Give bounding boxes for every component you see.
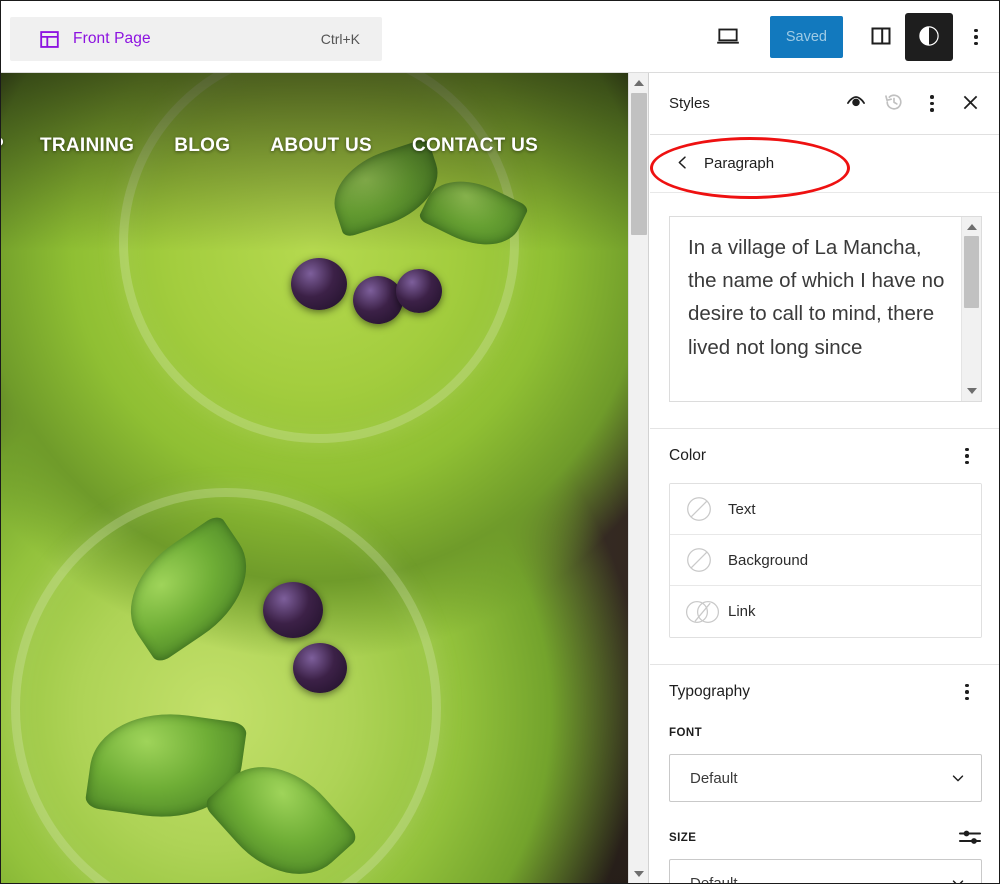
close-styles-panel-button[interactable] (952, 86, 988, 122)
laptop-icon (715, 23, 741, 52)
style-book-button[interactable] (838, 86, 874, 122)
more-options-button[interactable] (959, 13, 993, 61)
nav-item-cut[interactable]: P (1, 135, 4, 157)
unset-double-circle-icon (685, 599, 720, 625)
document-title: Front Page (73, 30, 151, 47)
font-field: FONT Default (669, 721, 982, 802)
triangle-down-icon (634, 871, 644, 877)
color-row-label: Background (728, 551, 809, 569)
chevron-left-icon (674, 154, 691, 174)
size-select[interactable]: Default (669, 859, 982, 884)
kebab-vertical-icon (930, 95, 934, 112)
blueberry (263, 582, 323, 638)
triangle-up-icon (966, 224, 977, 230)
editor-canvas[interactable]: P TRAINING BLOG ABOUT US CONTACT US (1, 73, 628, 883)
color-section-title: Color (669, 447, 707, 464)
device-preview-button[interactable] (704, 13, 752, 61)
typography-section-title: Typography (669, 683, 750, 700)
scrollbar-thumb[interactable] (631, 93, 647, 235)
contrast-half-circle-icon (916, 23, 942, 52)
history-clock-icon (883, 91, 905, 116)
styles-panel-button[interactable] (905, 13, 953, 61)
size-field-label: SIZE (669, 826, 982, 850)
size-field: SIZE Default (669, 826, 982, 884)
font-label-text: FONT (669, 727, 703, 739)
settings-sidebar-toggle-button[interactable] (857, 13, 905, 61)
save-button[interactable]: Saved (769, 16, 843, 58)
styles-more-options-button[interactable] (914, 86, 950, 122)
color-row-background[interactable]: Background (670, 535, 981, 586)
size-settings-button[interactable] (958, 827, 982, 850)
typography-section-header: Typography (669, 665, 982, 719)
chevron-down-icon (949, 874, 967, 883)
blueberry (293, 643, 347, 693)
unset-slashed-circle-icon (686, 547, 712, 573)
styles-sidebar: Styles Paragraph In a village of La Manc… (650, 73, 999, 884)
preview-scrollbar-thumb[interactable] (964, 236, 979, 308)
breadcrumb-label: Paragraph (704, 155, 775, 172)
color-row-label: Text (728, 500, 756, 518)
blueberry (291, 258, 347, 310)
kebab-vertical-icon (965, 447, 969, 465)
preview-text: In a village of La Mancha, the name of w… (688, 236, 945, 359)
close-x-icon (960, 92, 981, 116)
site-editor-window: Front Page Ctrl+K Saved TRAINING BLOG AB… (0, 0, 1000, 884)
color-row-link[interactable]: Link (670, 586, 981, 637)
site-navigation: P TRAINING BLOG ABOUT US CONTACT US (1, 135, 628, 157)
back-button[interactable] (669, 149, 695, 179)
kebab-vertical-icon (965, 683, 969, 701)
nav-item-about-us[interactable]: ABOUT US (270, 135, 372, 157)
chevron-down-icon (949, 769, 967, 787)
top-toolbar: Front Page Ctrl+K Saved (1, 1, 999, 73)
color-row-label: Link (728, 603, 756, 620)
blueberry (396, 269, 442, 313)
eye-icon (845, 91, 867, 116)
revisions-button[interactable] (876, 86, 912, 122)
color-section-options-button[interactable] (952, 439, 982, 473)
scroll-up-button[interactable] (629, 74, 649, 92)
color-section-header: Color (669, 429, 982, 483)
unset-slashed-circle-icon (686, 496, 712, 522)
breadcrumb: Paragraph (650, 135, 999, 193)
font-field-label: FONT (669, 721, 982, 745)
toolbar-actions: Saved (704, 1, 993, 73)
triangle-up-icon (634, 80, 644, 86)
color-row-text[interactable]: Text (670, 484, 981, 535)
command-shortcut-hint: Ctrl+K (320, 31, 360, 47)
panel-right-icon (869, 24, 893, 51)
editor-vertical-scrollbar[interactable] (628, 73, 649, 883)
triangle-down-icon (966, 388, 977, 394)
size-select-value: Default (690, 874, 738, 884)
nav-item-blog[interactable]: BLOG (174, 135, 230, 157)
scroll-down-button[interactable] (629, 865, 649, 883)
typography-section: Typography FONT Default SIZE Default (650, 665, 999, 884)
nav-item-training[interactable]: TRAINING (40, 135, 134, 157)
preview-scroll-down-button[interactable] (962, 383, 981, 399)
blueberry (353, 276, 403, 324)
size-label-text: SIZE (669, 832, 697, 844)
styles-panel-header: Styles (650, 73, 999, 135)
panel-header-actions (838, 86, 988, 122)
block-preview[interactable]: In a village of La Mancha, the name of w… (669, 216, 982, 402)
font-select[interactable]: Default (669, 754, 982, 802)
typography-section-options-button[interactable] (952, 675, 982, 709)
kebab-vertical-icon (974, 28, 978, 46)
color-options-list: Text Background Link (669, 483, 982, 638)
page-layout-icon (38, 28, 60, 50)
preview-scrollbar[interactable] (961, 217, 981, 401)
panel-title: Styles (669, 95, 710, 112)
font-select-value: Default (690, 769, 738, 787)
nav-item-contact-us[interactable]: CONTACT US (412, 135, 538, 157)
color-section: Color Text Background Link (650, 429, 999, 638)
preview-scroll-up-button[interactable] (962, 219, 981, 235)
document-tab[interactable]: Front Page Ctrl+K (10, 17, 382, 61)
sliders-icon (958, 827, 982, 850)
